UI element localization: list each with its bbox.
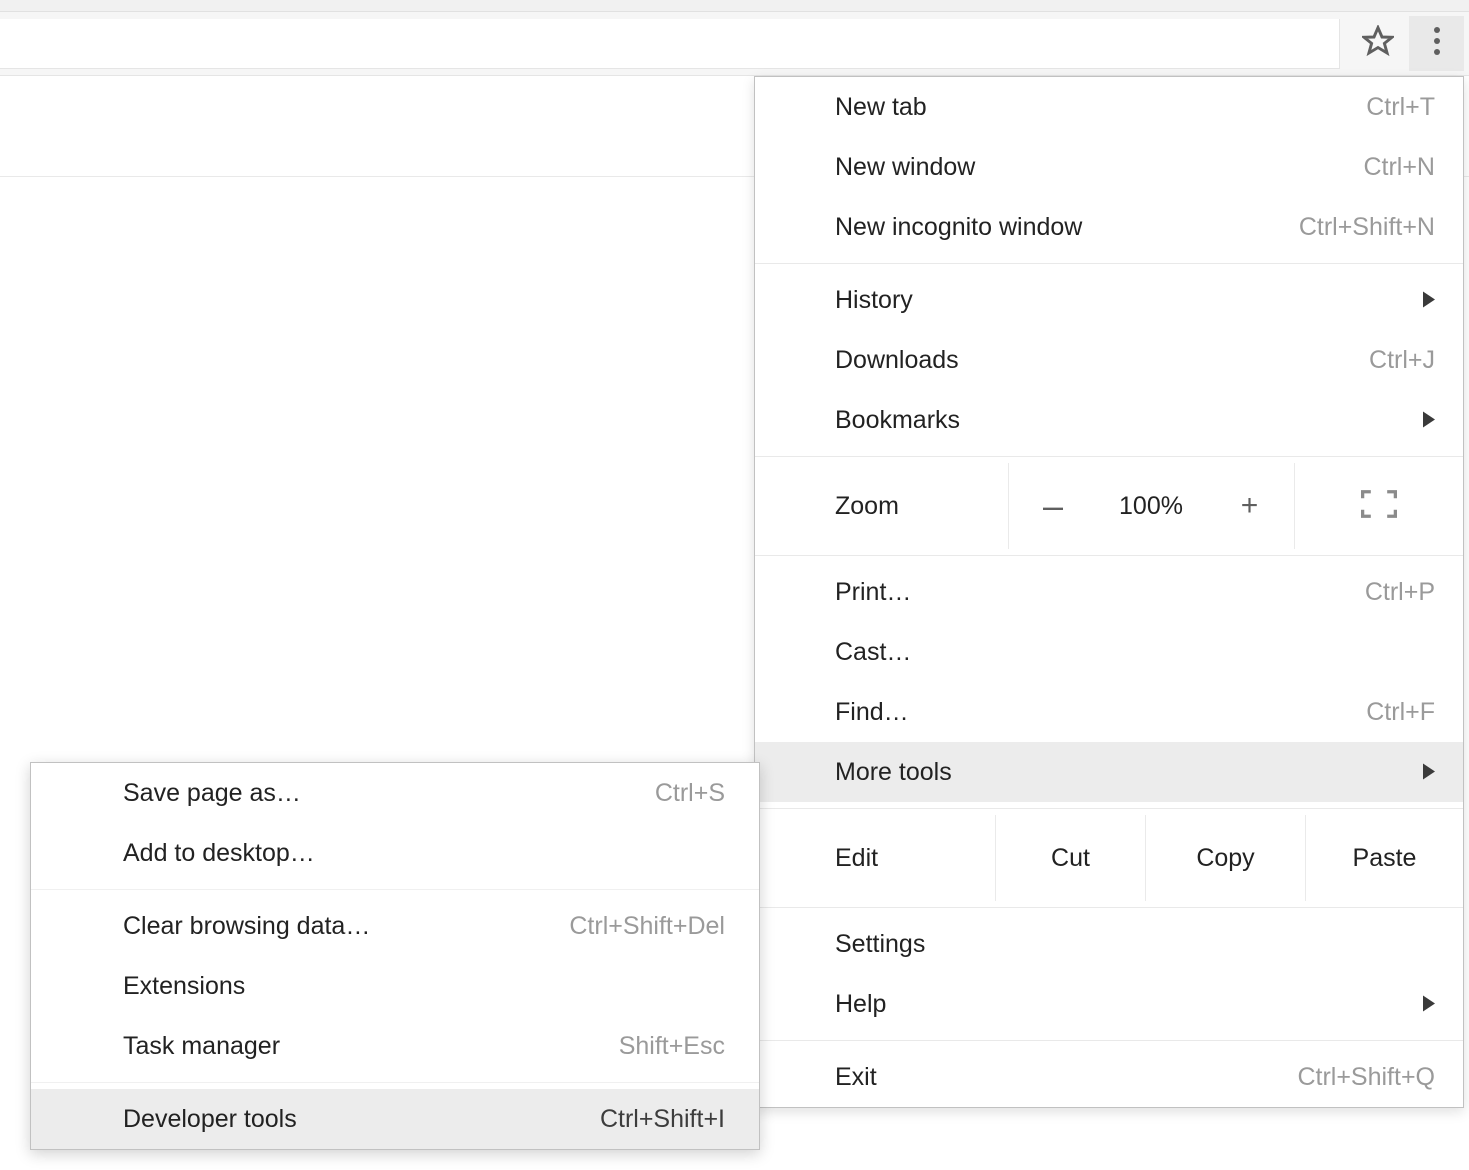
menu-label: Print… xyxy=(835,578,1365,607)
menu-label: Help xyxy=(835,990,1435,1019)
menu-label: New window xyxy=(835,153,1363,182)
menu-label: Exit xyxy=(835,1063,1297,1092)
menu-item-print[interactable]: Print… Ctrl+P xyxy=(755,562,1463,622)
edit-cut-button[interactable]: Cut xyxy=(995,815,1145,901)
menu-shortcut: Ctrl+Shift+Q xyxy=(1297,1063,1435,1092)
chrome-main-menu: New tab Ctrl+T New window Ctrl+N New inc… xyxy=(754,76,1464,1108)
menu-item-add-to-desktop[interactable]: Add to desktop… xyxy=(31,823,759,883)
menu-item-settings[interactable]: Settings xyxy=(755,914,1463,974)
menu-item-exit[interactable]: Exit Ctrl+Shift+Q xyxy=(755,1047,1463,1107)
edit-paste-button[interactable]: Paste xyxy=(1305,815,1463,901)
menu-item-new-incognito[interactable]: New incognito window Ctrl+Shift+N xyxy=(755,197,1463,257)
bookmark-star-button[interactable] xyxy=(1350,12,1406,76)
menu-separator xyxy=(755,907,1463,908)
menu-label: Bookmarks xyxy=(835,406,1435,435)
menu-label: Clear browsing data… xyxy=(123,912,569,941)
more-tools-submenu: Save page as… Ctrl+S Add to desktop… Cle… xyxy=(30,762,760,1150)
menu-label: New tab xyxy=(835,93,1366,122)
menu-item-task-manager[interactable]: Task manager Shift+Esc xyxy=(31,1016,759,1076)
menu-separator xyxy=(755,456,1463,457)
menu-label: New incognito window xyxy=(835,213,1299,242)
chrome-menu-button[interactable] xyxy=(1409,16,1464,71)
menu-label: Developer tools xyxy=(123,1105,600,1134)
menu-separator xyxy=(31,889,759,890)
menu-item-new-window[interactable]: New window Ctrl+N xyxy=(755,137,1463,197)
zoom-label: Zoom xyxy=(755,463,1009,549)
menu-separator xyxy=(755,1040,1463,1041)
menu-item-clear-browsing-data[interactable]: Clear browsing data… Ctrl+Shift+Del xyxy=(31,896,759,956)
kebab-menu-icon xyxy=(1433,26,1441,61)
menu-shortcut: Ctrl+S xyxy=(655,779,725,808)
edit-copy-button[interactable]: Copy xyxy=(1145,815,1305,901)
menu-label: Settings xyxy=(835,930,1435,959)
menu-shortcut: Ctrl+P xyxy=(1365,578,1435,607)
browser-toolbar xyxy=(0,12,1469,76)
menu-item-developer-tools[interactable]: Developer tools Ctrl+Shift+I xyxy=(31,1089,759,1149)
fullscreen-icon xyxy=(1361,489,1397,524)
menu-item-zoom: Zoom – 100% + xyxy=(755,463,1463,549)
chevron-right-icon xyxy=(1423,758,1435,787)
menu-shortcut: Ctrl+F xyxy=(1366,698,1435,727)
menu-shortcut: Ctrl+J xyxy=(1369,346,1435,375)
star-icon xyxy=(1362,25,1394,62)
menu-shortcut: Ctrl+Shift+I xyxy=(600,1105,725,1134)
menu-shortcut: Ctrl+Shift+N xyxy=(1299,213,1435,242)
menu-label: Extensions xyxy=(123,972,725,1001)
menu-shortcut: Ctrl+Shift+Del xyxy=(569,912,725,941)
zoom-value: 100% xyxy=(1097,463,1205,549)
menu-separator xyxy=(755,263,1463,264)
menu-shortcut: Shift+Esc xyxy=(619,1032,725,1061)
menu-label: More tools xyxy=(835,758,1435,787)
edit-label: Edit xyxy=(755,815,995,901)
menu-shortcut: Ctrl+N xyxy=(1363,153,1435,182)
menu-label: Save page as… xyxy=(123,779,655,808)
menu-item-edit: Edit Cut Copy Paste xyxy=(755,815,1463,901)
menu-shortcut: Ctrl+T xyxy=(1366,93,1435,122)
menu-item-cast[interactable]: Cast… xyxy=(755,622,1463,682)
menu-separator xyxy=(755,555,1463,556)
menu-label: Cast… xyxy=(835,638,1435,667)
zoom-out-button[interactable]: – xyxy=(1009,463,1097,549)
menu-label: Task manager xyxy=(123,1032,619,1061)
menu-item-new-tab[interactable]: New tab Ctrl+T xyxy=(755,77,1463,137)
menu-item-find[interactable]: Find… Ctrl+F xyxy=(755,682,1463,742)
browser-tabstrip xyxy=(0,0,1469,12)
fullscreen-button[interactable] xyxy=(1295,463,1463,549)
menu-item-more-tools[interactable]: More tools xyxy=(755,742,1463,802)
menu-item-bookmarks[interactable]: Bookmarks xyxy=(755,390,1463,450)
chevron-right-icon xyxy=(1423,406,1435,435)
menu-item-extensions[interactable]: Extensions xyxy=(31,956,759,1016)
menu-item-help[interactable]: Help xyxy=(755,974,1463,1034)
menu-label: Find… xyxy=(835,698,1366,727)
menu-separator xyxy=(755,808,1463,809)
omnibox[interactable] xyxy=(0,19,1340,69)
menu-label: Add to desktop… xyxy=(123,839,725,868)
menu-item-downloads[interactable]: Downloads Ctrl+J xyxy=(755,330,1463,390)
menu-label: History xyxy=(835,286,1435,315)
menu-item-save-page-as[interactable]: Save page as… Ctrl+S xyxy=(31,763,759,823)
chevron-right-icon xyxy=(1423,990,1435,1019)
menu-item-history[interactable]: History xyxy=(755,270,1463,330)
menu-separator xyxy=(31,1082,759,1083)
menu-label: Downloads xyxy=(835,346,1369,375)
zoom-in-button[interactable]: + xyxy=(1205,463,1295,549)
chevron-right-icon xyxy=(1423,286,1435,315)
